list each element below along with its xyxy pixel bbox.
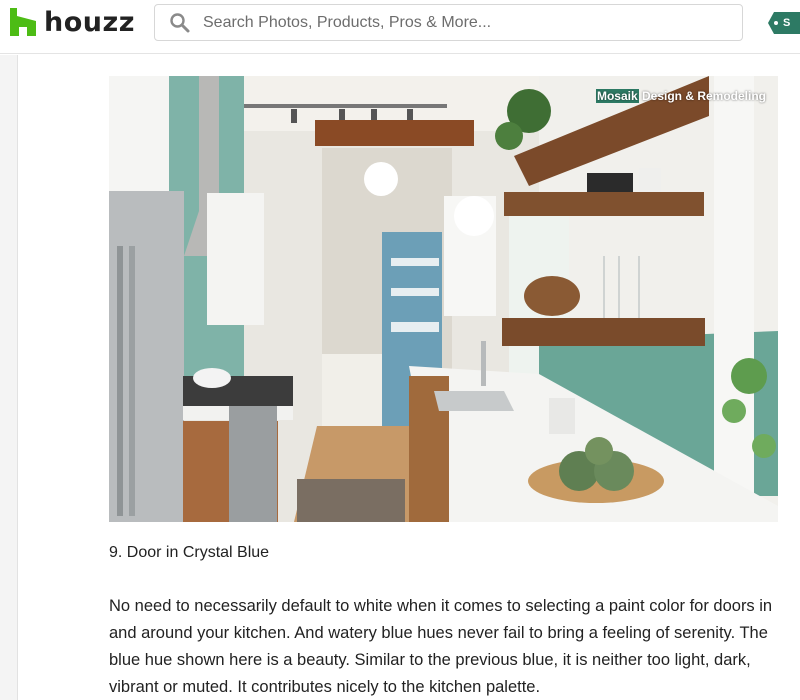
houzz-logo-icon (10, 8, 36, 36)
kitchen-photo-illustration (109, 76, 778, 522)
signup-tag-label: S (783, 17, 791, 29)
photo-credit[interactable]: Mosaik Design & Remodeling (595, 89, 766, 103)
article-heading: 9. Door in Crystal Blue (109, 544, 270, 561)
houzz-logo[interactable]: houzz (10, 4, 135, 40)
kitchen-photo[interactable]: Mosaik Design & Remodeling (109, 76, 778, 522)
brand-name: houzz (44, 6, 135, 38)
search-bar[interactable] (154, 4, 743, 41)
search-input[interactable] (203, 13, 723, 32)
top-navigation-bar: houzz S (0, 0, 800, 54)
article-body: No need to necessarily default to white … (109, 597, 773, 696)
tag-hole-icon (774, 21, 778, 25)
search-icon (170, 12, 190, 32)
left-sidebar-gutter (0, 55, 18, 700)
signup-tag-button[interactable]: S (768, 12, 800, 34)
photo-credit-highlight: Mosaik (595, 89, 639, 103)
photo-credit-rest: Design & Remodeling (638, 89, 766, 103)
